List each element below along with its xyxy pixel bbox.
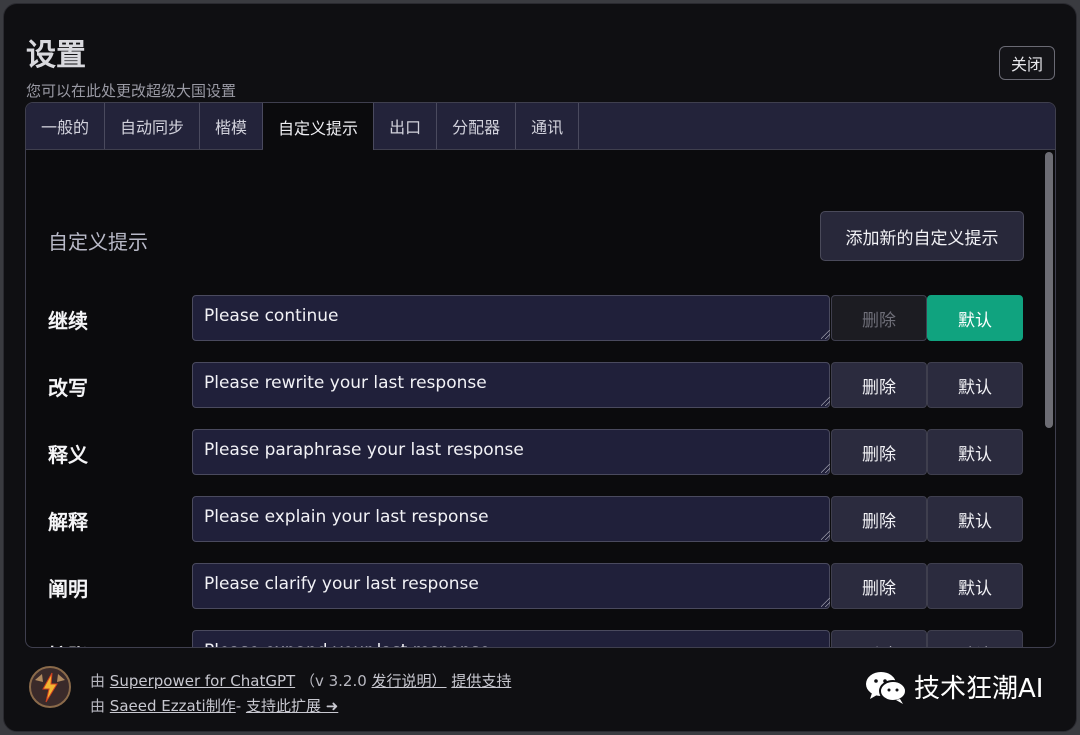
version-label: （v 3.2.0 [299, 672, 367, 690]
delete-button[interactable]: 删除 [831, 362, 927, 408]
author-link[interactable]: Saeed Ezzati制作 [110, 697, 236, 715]
tab-models[interactable]: 楷模 [200, 103, 264, 149]
watermark-text: 技术狂潮AI [914, 674, 1044, 704]
prompt-row-label: 阐明 [48, 577, 88, 601]
default-button[interactable]: 默认 [927, 429, 1023, 475]
tab-bar: 一般的 自动同步 楷模 自定义提示 出口 分配器 通讯 [26, 103, 1055, 150]
resize-grip-icon[interactable] [821, 397, 830, 406]
prompt-row: 继续 Please continue 删除 默认 [26, 295, 1036, 341]
footer-author-line: 由 Saeed Ezzati制作- 支持此扩展 ➜ [90, 695, 338, 716]
prompt-row: 改写 Please rewrite your last response 删除 … [26, 362, 1036, 408]
prompt-row-label: 改写 [48, 376, 88, 400]
watermark: 技术狂潮AI [864, 668, 1043, 705]
wechat-icon [866, 671, 907, 704]
tab-export[interactable]: 出口 [374, 103, 438, 149]
prompt-row: 释义 Please paraphrase your last response … [26, 429, 1036, 475]
superpower-logo-icon [29, 666, 71, 708]
add-custom-prompt-button[interactable]: 添加新的自定义提示 [820, 211, 1024, 261]
prompt-text-field[interactable]: Please clarify your last response [192, 563, 830, 609]
prompt-text-field[interactable]: Please expand your last response [192, 630, 830, 647]
resize-grip-icon[interactable] [821, 531, 830, 540]
footer-prefix: 由 [90, 672, 106, 690]
footer-prefix: 由 [90, 697, 106, 715]
footer-separator: - [235, 697, 242, 715]
default-button[interactable]: 默认 [927, 630, 1023, 647]
delete-button[interactable]: 删除 [831, 429, 927, 475]
delete-button[interactable]: 删除 [831, 295, 927, 341]
tab-content: 自定义提示 添加新的自定义提示 继续 Please continue 删除 默认… [26, 150, 1055, 647]
prompt-row-label: 扩张 [48, 640, 88, 647]
delete-button[interactable]: 删除 [831, 630, 927, 647]
support-extension-link[interactable]: 支持此扩展 ➜ [246, 697, 338, 715]
delete-button[interactable]: 删除 [831, 496, 927, 542]
powered-by-link[interactable]: 提供支持 [451, 672, 511, 690]
tab-custom-prompts[interactable]: 自定义提示 [263, 103, 375, 150]
prompt-text-field[interactable]: Please continue [192, 295, 830, 341]
close-button[interactable]: 关闭 [999, 46, 1055, 80]
prompt-text-field[interactable]: Please rewrite your last response [192, 362, 830, 408]
settings-panel: 一般的 自动同步 楷模 自定义提示 出口 分配器 通讯 自定义提示 添加新的自定… [25, 102, 1056, 648]
resize-grip-icon[interactable] [821, 464, 830, 473]
page-title: 设置 [26, 38, 86, 73]
default-button[interactable]: 默认 [927, 362, 1023, 408]
scrollbar-thumb[interactable] [1045, 152, 1053, 428]
page-subtitle: 您可以在此处更改超级大国设置 [26, 82, 237, 100]
settings-window: 设置 您可以在此处更改超级大国设置 关闭 一般的 自动同步 楷模 自定义提示 出… [3, 3, 1077, 732]
superpower-link[interactable]: Superpower for ChatGPT [110, 672, 295, 690]
prompt-text-field[interactable]: Please paraphrase your last response [192, 429, 830, 475]
default-button[interactable]: 默认 [927, 295, 1023, 341]
tab-newsletter[interactable]: 通讯 [516, 103, 580, 149]
tab-general[interactable]: 一般的 [26, 103, 106, 149]
default-button[interactable]: 默认 [927, 496, 1023, 542]
prompt-row-label: 解释 [48, 510, 88, 534]
section-title: 自定义提示 [48, 230, 148, 254]
footer-credit-line: 由 Superpower for ChatGPT （v 3.2.0 发行说明） … [90, 670, 511, 691]
resize-grip-icon[interactable] [821, 330, 830, 339]
prompt-row: 扩张 Please expand your last response 删除 默… [26, 630, 1036, 647]
tab-auto-sync[interactable]: 自动同步 [105, 103, 201, 149]
release-notes-link[interactable]: 发行说明） [372, 672, 447, 690]
default-button[interactable]: 默认 [927, 563, 1023, 609]
footer: 由 Superpower for ChatGPT （v 3.2.0 发行说明） … [4, 656, 1076, 731]
prompt-row: 解释 Please explain your last response 删除 … [26, 496, 1036, 542]
prompt-row-label: 释义 [48, 443, 88, 467]
prompt-row-label: 继续 [48, 309, 88, 333]
tab-splitter[interactable]: 分配器 [437, 103, 517, 149]
prompt-row: 阐明 Please clarify your last response 删除 … [26, 563, 1036, 609]
delete-button[interactable]: 删除 [831, 563, 927, 609]
resize-grip-icon[interactable] [821, 598, 830, 607]
prompt-text-field[interactable]: Please explain your last response [192, 496, 830, 542]
